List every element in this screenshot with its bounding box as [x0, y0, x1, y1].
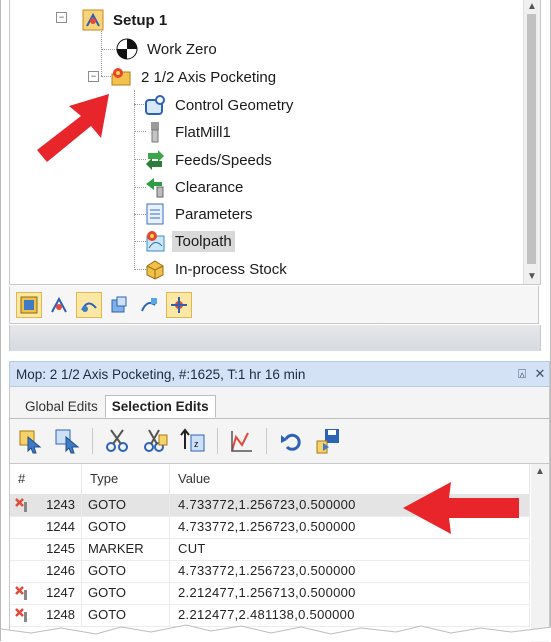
control-geometry-icon: [144, 94, 166, 116]
operation-editor-header: Mop: 2 1/2 Axis Pocketing, #:1625, T:1 h…: [9, 361, 550, 387]
collapse-setup-toggle[interactable]: −: [56, 12, 67, 23]
select-range-button[interactable]: [52, 425, 84, 457]
scroll-up-icon[interactable]: ▲: [531, 466, 549, 477]
window-frame: − − Setup 1 Work Zero 2 1/2 Axis Pocketi…: [0, 0, 551, 642]
save-button[interactable]: [313, 425, 345, 457]
move-up-button[interactable]: z: [177, 425, 209, 457]
in-process-stock-icon: [144, 258, 166, 280]
tool-library-icon: [51, 296, 67, 312]
row-number: 1244: [46, 519, 75, 534]
tree-item-feeds-speeds[interactable]: Feeds/Speeds: [144, 147, 275, 173]
row-number: 1246: [46, 563, 75, 578]
reverse-path-button[interactable]: [226, 425, 258, 457]
row-type: GOTO: [82, 560, 170, 582]
tree-scrollbar-thumb[interactable]: [527, 14, 536, 264]
table-row[interactable]: 1247 GOTO 2.212477,1.256713,0.500000: [10, 582, 530, 605]
cut-button[interactable]: [101, 425, 133, 457]
close-icon[interactable]: ✕: [531, 366, 549, 382]
tab-selection-edits[interactable]: Selection Edits: [104, 395, 216, 418]
setup-icon: [82, 9, 104, 31]
tab-global-edits[interactable]: Global Edits: [18, 395, 105, 418]
torn-edge-decoration: [1, 624, 551, 641]
reverse-path-icon: [231, 431, 252, 452]
parameters-icon: [144, 203, 166, 225]
row-type: MARKER: [82, 538, 170, 560]
tree-item-flatmill[interactable]: FlatMill1: [144, 119, 234, 145]
tree-item-label: Control Geometry: [175, 96, 294, 114]
row-value: 2.212477,1.256713,0.500000: [170, 582, 530, 604]
annotation-arrow-tree: [37, 94, 109, 162]
simulation-mode-icon: [141, 297, 157, 311]
pin-icon[interactable]: ⍓: [513, 366, 531, 382]
stock-mode-icon: [111, 296, 127, 312]
tree-item-label: Parameters: [175, 205, 253, 223]
row-value: 4.733772,1.256723,0.500000: [170, 560, 530, 582]
column-header-type[interactable]: Type: [82, 464, 170, 494]
tree-item-in-process-stock[interactable]: In-process Stock: [144, 256, 290, 282]
splitter-band[interactable]: [9, 325, 541, 351]
tree-item-label: Feeds/Speeds: [175, 151, 272, 169]
tree-item-label: 2 1/2 Axis Pocketing: [141, 68, 277, 86]
simulation-mode-button[interactable]: [136, 292, 162, 318]
tree-item-label: Clearance: [175, 178, 244, 196]
cut-to-end-icon: [144, 429, 168, 452]
operation-editor-title: Mop: 2 1/2 Axis Pocketing, #:1625, T:1 h…: [16, 366, 306, 382]
post-process-mode-icon: [171, 296, 187, 313]
clearance-icon: [144, 176, 166, 198]
undo-icon: [281, 433, 301, 451]
row-number: 1243: [46, 497, 75, 512]
tree-item-clearance[interactable]: Clearance: [144, 174, 246, 200]
row-type: GOTO: [82, 494, 170, 516]
edited-row-icon: [14, 585, 30, 601]
work-zero-icon: [116, 38, 138, 60]
toolpath-icon: [144, 230, 166, 252]
tool-library-button[interactable]: [46, 292, 72, 318]
mode-toolbar: [9, 286, 539, 324]
cut-icon: [106, 429, 128, 452]
table-row[interactable]: 1246 GOTO 4.733772,1.256723,0.500000: [10, 560, 530, 583]
collapse-pocketing-toggle[interactable]: −: [88, 71, 99, 82]
tree-item-work-zero[interactable]: Work Zero: [116, 36, 220, 62]
tree-item-pocketing[interactable]: 2 1/2 Axis Pocketing: [110, 64, 279, 90]
toolpath-mode-icon: [81, 302, 97, 312]
table-row[interactable]: 1245 MARKER CUT: [10, 538, 530, 561]
editor-tabs: Global Edits Selection Edits: [18, 394, 216, 418]
row-type: GOTO: [82, 582, 170, 604]
edited-row-icon: [14, 497, 30, 513]
tree-item-label: Toolpath: [172, 230, 235, 252]
row-type: GOTO: [82, 516, 170, 538]
machining-browser-icon: [20, 296, 38, 313]
selection-edits-toolbar: z: [14, 423, 345, 459]
cut-to-end-button[interactable]: [139, 425, 171, 457]
post-process-mode-button[interactable]: [166, 291, 192, 318]
tree-item-label: Setup 1: [113, 11, 168, 29]
tree-item-toolpath[interactable]: Toolpath: [144, 228, 235, 254]
stock-mode-button[interactable]: [106, 292, 132, 318]
flatmill-tool-icon: [144, 121, 166, 143]
tree-item-control-geometry[interactable]: Control Geometry: [144, 92, 296, 118]
select-range-icon: [55, 429, 80, 454]
annotation-arrow-grid: [403, 482, 519, 534]
pocketing-folder-icon: [110, 66, 132, 88]
undo-button[interactable]: [275, 425, 307, 457]
tree-item-label: FlatMill1: [175, 123, 231, 141]
column-header-number[interactable]: #: [10, 464, 82, 494]
toolpath-mode-button[interactable]: [76, 291, 102, 318]
move-up-icon: z: [180, 428, 205, 452]
row-number: 1247: [46, 585, 75, 600]
select-next-button[interactable]: [14, 425, 46, 457]
machining-browser-button[interactable]: [16, 291, 42, 318]
scroll-down-icon[interactable]: ▼: [524, 270, 540, 284]
select-next-icon: [19, 430, 42, 454]
save-icon: [316, 429, 339, 454]
row-number: 1245: [46, 541, 75, 556]
row-value: CUT: [170, 538, 530, 560]
tree-scrollbar[interactable]: ▲ ▼: [523, 0, 540, 284]
tree-item-label: Work Zero: [147, 40, 217, 58]
svg-text:z: z: [194, 439, 199, 449]
tree-item-parameters[interactable]: Parameters: [144, 201, 256, 227]
feeds-speeds-icon: [144, 149, 166, 171]
tree-item-setup[interactable]: Setup 1: [82, 7, 170, 33]
tree-item-label: In-process Stock: [175, 260, 287, 278]
